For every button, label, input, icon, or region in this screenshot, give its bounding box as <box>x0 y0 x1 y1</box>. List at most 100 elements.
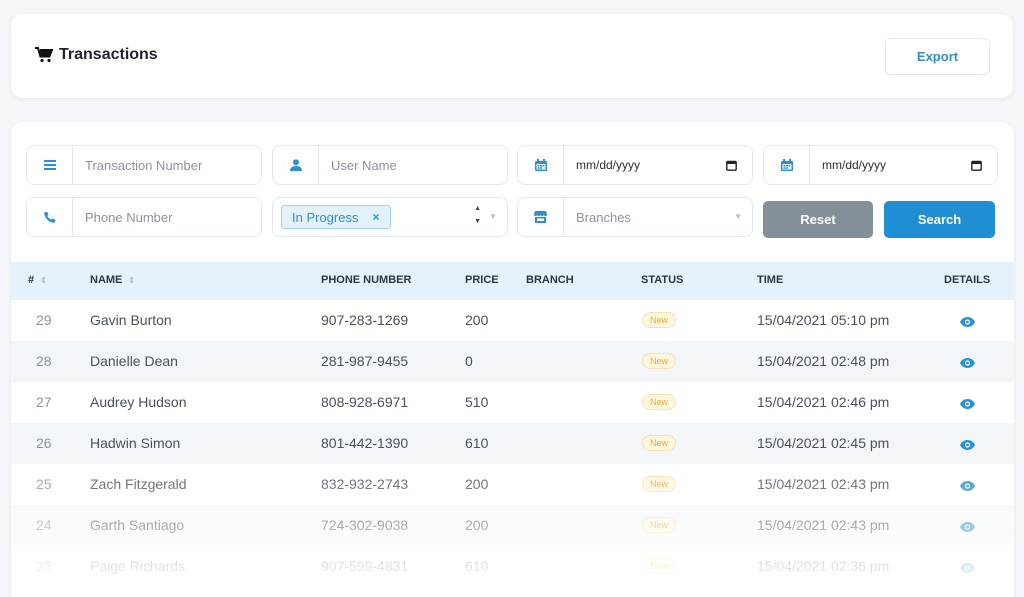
calendar-icon <box>518 146 564 184</box>
column-header-name[interactable]: NAME ⇕ <box>90 274 135 286</box>
row-time: 15/04/2021 02:43 pm <box>757 476 890 492</box>
export-button[interactable]: Export <box>885 38 990 75</box>
row-id: 25 <box>36 476 52 492</box>
table-row: 28 Danielle Dean 281-987-9455 0 New 15/0… <box>11 341 1014 382</box>
eye-icon[interactable] <box>960 437 975 453</box>
calendar-picker-icon[interactable] <box>965 160 987 171</box>
store-icon <box>518 198 564 236</box>
branches-placeholder: Branches <box>576 209 631 225</box>
row-price: 0 <box>465 353 473 369</box>
eye-icon[interactable] <box>960 396 975 412</box>
row-name: Danielle Dean <box>90 353 178 369</box>
user-name-input[interactable]: User Name <box>319 158 507 173</box>
status-badge: New <box>642 353 677 369</box>
row-name: Gavin Burton <box>90 312 172 328</box>
status-badge: New <box>642 517 677 533</box>
column-header-id[interactable]: # ⇕ <box>28 274 47 286</box>
status-multiselect[interactable]: In Progress × ▲ ▼ ▼ <box>272 197 508 237</box>
row-phone: 724-302-9038 <box>321 517 409 533</box>
eye-icon[interactable] <box>960 355 975 371</box>
status-badge: New <box>642 558 677 574</box>
transaction-number-input[interactable]: Transaction Number <box>73 158 261 173</box>
row-id: 29 <box>36 312 52 328</box>
row-price: 200 <box>465 517 489 533</box>
user-name-field[interactable]: User Name <box>272 145 508 185</box>
column-header-phone: PHONE NUMBER <box>321 274 412 286</box>
row-phone: 832-932-2743 <box>321 476 409 492</box>
column-header-branch: BRANCH <box>526 274 574 286</box>
row-price: 610 <box>465 558 489 574</box>
row-name: Zach Fitzgerald <box>90 476 187 492</box>
date-from-input[interactable]: mm/dd/yyyy <box>564 158 720 172</box>
row-time: 15/04/2021 02:48 pm <box>757 353 890 369</box>
row-id: 28 <box>36 353 52 369</box>
row-price: 200 <box>465 476 489 492</box>
calendar-picker-icon[interactable] <box>720 160 742 171</box>
row-id: 26 <box>36 435 52 451</box>
table-row: 27 Audrey Hudson 808-928-6971 510 New 15… <box>11 382 1014 423</box>
list-icon <box>27 146 73 184</box>
transactions-panel: Transaction Number User Name mm/dd/yyyy … <box>11 122 1014 597</box>
remove-chip-icon[interactable]: × <box>372 210 379 224</box>
sort-icon[interactable]: ⇕ <box>40 276 47 285</box>
eye-icon[interactable] <box>960 519 975 535</box>
row-price: 610 <box>465 435 489 451</box>
row-phone: 907-599-4831 <box>321 558 409 574</box>
date-from-field[interactable]: mm/dd/yyyy <box>517 145 753 185</box>
row-id: 24 <box>36 517 52 533</box>
row-name: Hadwin Simon <box>90 435 181 451</box>
row-phone: 808-928-6971 <box>321 394 409 410</box>
table-row: 26 Hadwin Simon 801-442-1390 610 New 15/… <box>11 423 1014 464</box>
eye-icon[interactable] <box>960 478 975 494</box>
row-time: 15/04/2021 05:10 pm <box>757 312 890 328</box>
row-time: 15/04/2021 02:46 pm <box>757 394 890 410</box>
column-header-time: TIME <box>757 274 784 286</box>
transaction-number-field[interactable]: Transaction Number <box>26 145 262 185</box>
page-title: Transactions <box>35 46 158 64</box>
eye-icon[interactable] <box>960 314 975 330</box>
branches-select[interactable]: Branches ▼ <box>517 197 753 237</box>
calendar-icon <box>764 146 810 184</box>
table-row: 29 Gavin Burton 907-283-1269 200 New 15/… <box>11 300 1014 341</box>
status-chip: In Progress × <box>281 205 391 229</box>
row-name: Paige Richards <box>90 558 185 574</box>
page-title-text: Transactions <box>59 46 158 63</box>
row-time: 15/04/2021 02:45 pm <box>757 435 890 451</box>
chevron-down-icon[interactable]: ▼ <box>489 212 497 221</box>
column-header-details: DETAILS <box>944 274 991 286</box>
table-row: 24 Garth Santiago 724-302-9038 200 New 1… <box>11 505 1014 546</box>
page-header: Transactions Export <box>11 14 1013 98</box>
column-header-status: STATUS <box>641 274 684 286</box>
stepper-icon[interactable]: ▲ ▼ <box>474 202 481 228</box>
status-badge: New <box>642 312 677 328</box>
row-price: 510 <box>465 394 489 410</box>
status-badge: New <box>642 394 677 410</box>
phone-number-field[interactable]: Phone Number <box>26 197 262 237</box>
row-id: 27 <box>36 394 52 410</box>
reset-button[interactable]: Reset <box>763 201 873 238</box>
row-time: 15/04/2021 02:43 pm <box>757 517 890 533</box>
row-price: 200 <box>465 312 489 328</box>
table-header: # ⇕ NAME ⇕ PHONE NUMBER PRICE BRANCH STATU… <box>11 262 1014 300</box>
cart-icon <box>35 47 53 63</box>
date-to-field[interactable]: mm/dd/yyyy <box>763 145 998 185</box>
column-header-price: PRICE <box>465 274 499 286</box>
chevron-down-icon[interactable]: ▼ <box>734 212 742 221</box>
search-button[interactable]: Search <box>884 201 995 238</box>
sort-icon[interactable]: ⇕ <box>128 276 135 285</box>
phone-number-input[interactable]: Phone Number <box>73 210 261 225</box>
phone-icon <box>27 198 73 236</box>
row-phone: 281-987-9455 <box>321 353 409 369</box>
eye-icon[interactable] <box>960 560 975 576</box>
status-badge: New <box>642 476 677 492</box>
table-row: 23 Paige Richards 907-599-4831 610 New 1… <box>11 546 1014 587</box>
status-chip-label: In Progress <box>292 209 359 225</box>
row-name: Audrey Hudson <box>90 394 187 410</box>
user-icon <box>273 146 319 184</box>
date-to-input[interactable]: mm/dd/yyyy <box>810 158 965 172</box>
row-name: Garth Santiago <box>90 517 185 533</box>
row-phone: 907-283-1269 <box>321 312 409 328</box>
row-phone: 801-442-1390 <box>321 435 409 451</box>
table-row: 25 Zach Fitzgerald 832-932-2743 200 New … <box>11 464 1014 505</box>
row-id: 23 <box>36 558 52 574</box>
